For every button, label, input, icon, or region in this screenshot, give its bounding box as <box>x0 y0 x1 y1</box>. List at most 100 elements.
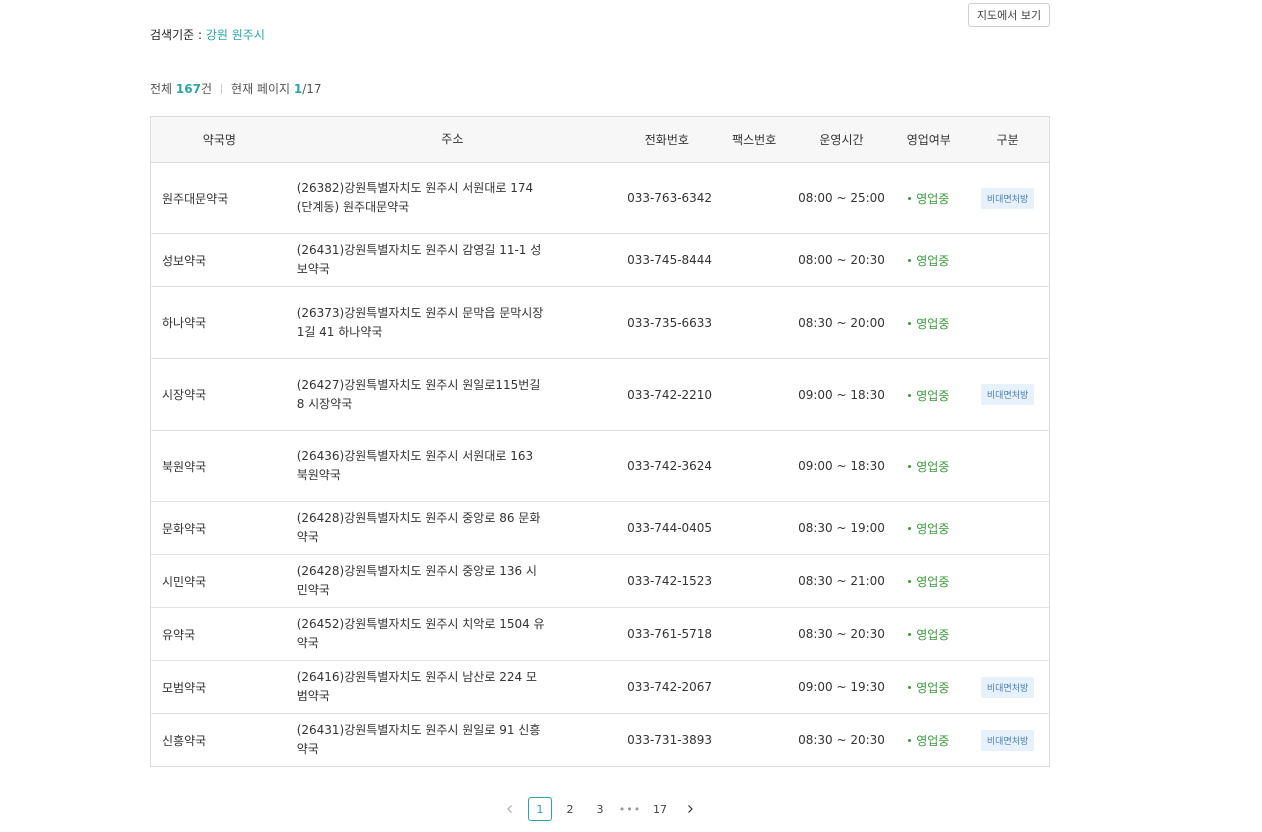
table-row[interactable]: 시장약국 (26427)강원특별자치도 원주시 원일로115번길 8 시장약국 … <box>151 359 1049 431</box>
status-text: 영업중 <box>916 192 950 206</box>
pagination: 1 2 3 ••• 17 <box>498 797 708 821</box>
pharmacy-hours: 08:00 ~ 25:00 <box>798 191 885 205</box>
nonface-badge: 비대면처방 <box>980 729 1035 751</box>
open-status: 영업중 <box>908 679 949 696</box>
table-row[interactable]: 북원약국 (26436)강원특별자치도 원주시 서원대로 163 북원약국 03… <box>151 431 1049 502</box>
pharmacy-name[interactable]: 신흥약국 <box>151 732 288 749</box>
status-cell: 영업중 <box>891 731 966 749</box>
nonface-badge: 비대면처방 <box>980 676 1035 698</box>
pharmacy-hours: 08:30 ~ 19:00 <box>798 521 885 535</box>
table-row[interactable]: 원주대문약국 (26382)강원특별자치도 원주시 서원대로 174 (단계동)… <box>151 163 1049 234</box>
table-row[interactable]: 성보약국 (26431)강원특별자치도 원주시 감영길 11-1 성보약국 03… <box>151 234 1049 287</box>
table-row[interactable]: 문화약국 (26428)강원특별자치도 원주시 중앙로 86 문화약국 033-… <box>151 502 1049 555</box>
pharmacy-tel: 033-735-6633 <box>627 315 713 330</box>
page-ellipsis: ••• <box>618 802 642 816</box>
status-dot-icon <box>908 259 912 262</box>
current-page: 1 <box>293 81 303 96</box>
pharmacy-address: (26431)강원특별자치도 원주시 감영길 11-1 성보약국 <box>296 243 542 276</box>
status-text: 영업중 <box>916 681 950 695</box>
status-cell: 영업중 <box>891 572 966 590</box>
pharmacy-tel: 033-742-2210 <box>627 387 713 402</box>
pharmacy-address: (26373)강원특별자치도 원주시 문막읍 문막시장1길 41 하나약국 <box>296 305 544 339</box>
status-text: 영업중 <box>916 460 950 474</box>
table-row[interactable]: 시민약국 (26428)강원특별자치도 원주시 중앙로 136 시민약국 033… <box>151 555 1049 608</box>
pharmacy-tel: 033-742-3624 <box>627 459 713 473</box>
pharmacy-tel: 033-742-2067 <box>627 680 713 694</box>
pharmacy-tel: 033-742-1523 <box>627 574 713 588</box>
status-text: 영업중 <box>916 628 950 642</box>
pharmacy-tel: 033-761-5718 <box>627 627 713 641</box>
status-dot-icon <box>908 633 912 636</box>
pharmacy-name[interactable]: 모범약국 <box>151 679 288 696</box>
map-view-button[interactable]: 지도에서 보기 <box>968 3 1050 27</box>
status-cell: 영업중 <box>891 678 966 696</box>
page-label: 현재 페이지 <box>231 82 291 96</box>
page-button-2[interactable]: 2 <box>558 797 582 821</box>
status-cell: 영업중 <box>891 519 966 537</box>
chevron-left-icon[interactable] <box>498 797 522 821</box>
pharmacy-name[interactable]: 시장약국 <box>151 386 288 403</box>
total-label: 전체 <box>150 82 173 96</box>
open-status: 영업중 <box>908 520 949 537</box>
total-count: 167 <box>175 81 201 96</box>
status-cell: 영업중 <box>891 386 966 404</box>
pharmacy-name[interactable]: 시민약국 <box>151 573 288 590</box>
status-cell: 영업중 <box>891 189 966 207</box>
table-row[interactable]: 유약국 (26452)강원특별자치도 원주시 치악로 1504 유약국 033-… <box>151 608 1049 661</box>
pharmacy-hours: 08:30 ~ 20:00 <box>798 315 885 330</box>
status-dot-icon <box>908 393 912 397</box>
table-row[interactable]: 하나약국 (26373)강원특별자치도 원주시 문막읍 문막시장1길 41 하나… <box>151 287 1049 359</box>
status-text: 영업중 <box>916 254 950 268</box>
pharmacy-name[interactable]: 원주대문약국 <box>151 190 288 207</box>
header-tel: 전화번호 <box>644 133 689 147</box>
open-status: 영업중 <box>908 458 949 475</box>
page-button-1[interactable]: 1 <box>528 797 552 821</box>
total-pages: /17 <box>302 81 322 96</box>
chevron-right-icon[interactable] <box>678 797 702 821</box>
header-status: 영업여부 <box>906 133 951 147</box>
status-dot-icon <box>908 580 912 583</box>
status-dot-icon <box>908 527 912 530</box>
pharmacy-tel: 033-744-0405 <box>627 521 713 535</box>
pharmacy-hours: 08:30 ~ 20:30 <box>798 627 885 641</box>
pharmacy-hours: 09:00 ~ 18:30 <box>798 387 885 402</box>
pharmacy-hours: 08:30 ~ 21:00 <box>798 574 885 588</box>
prev-arrow-svg <box>507 805 512 813</box>
type-cell: 비대면처방 <box>966 384 1049 405</box>
pharmacy-hours: 09:00 ~ 19:30 <box>798 680 885 694</box>
result-summary: 전체 167 건 현재 페이지 1/17 <box>150 80 322 97</box>
table-row[interactable]: 모범약국 (26416)강원특별자치도 원주시 남산로 224 모범약국 033… <box>151 661 1049 714</box>
status-dot-icon <box>908 321 912 325</box>
type-cell: 비대면처방 <box>966 676 1049 698</box>
pharmacy-name[interactable]: 유약국 <box>151 626 288 643</box>
open-status: 영업중 <box>908 315 949 332</box>
table-row[interactable]: 신흥약국 (26431)강원특별자치도 원주시 원일로 91 신흥약국 033-… <box>151 714 1049 766</box>
status-text: 영업중 <box>916 575 950 589</box>
status-text: 영업중 <box>916 522 950 536</box>
pharmacy-name[interactable]: 성보약국 <box>151 252 288 269</box>
pharmacy-address: (26427)강원특별자치도 원주시 원일로115번길 8 시장약국 <box>296 377 541 411</box>
pharmacy-address: (26382)강원특별자치도 원주시 서원대로 174 (단계동) 원주대문약국 <box>296 181 534 214</box>
pharmacy-address: (26416)강원특별자치도 원주시 남산로 224 모범약국 <box>296 670 537 703</box>
pharmacy-name[interactable]: 문화약국 <box>151 520 288 537</box>
status-dot-icon <box>908 739 912 742</box>
page-button-3[interactable]: 3 <box>588 797 612 821</box>
header-address: 주소 <box>441 132 464 146</box>
pharmacy-address: (26436)강원특별자치도 원주시 서원대로 163 북원약국 <box>296 449 534 482</box>
header-hours: 운영시간 <box>819 133 864 147</box>
page-button-last[interactable]: 17 <box>648 797 672 821</box>
status-text: 영업중 <box>916 388 950 403</box>
status-cell: 영업중 <box>891 314 966 332</box>
status-cell: 영업중 <box>891 457 966 475</box>
status-cell: 영업중 <box>891 625 966 643</box>
open-status: 영업중 <box>908 387 949 404</box>
table-header: 약국명 주소 전화번호 팩스번호 운영시간 영업여부 구분 <box>151 117 1049 163</box>
nonface-badge: 비대면처방 <box>980 384 1035 405</box>
pharmacy-name[interactable]: 북원약국 <box>151 458 288 475</box>
pharmacy-name[interactable]: 하나약국 <box>151 314 288 331</box>
next-arrow-svg <box>688 805 693 813</box>
header-fax: 팩스번호 <box>732 133 777 147</box>
status-cell: 영업중 <box>891 251 966 269</box>
pharmacy-tel: 033-745-8444 <box>627 253 713 267</box>
open-status: 영업중 <box>908 573 949 590</box>
